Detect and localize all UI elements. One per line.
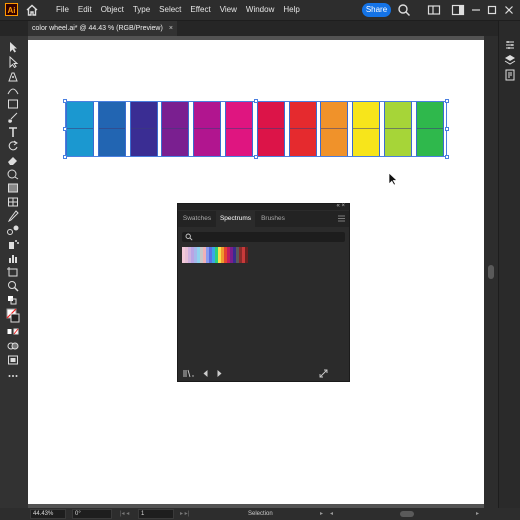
column-graph-tool-icon[interactable]: [6, 252, 20, 264]
scroll-left-arrow-icon[interactable]: ◂: [330, 508, 333, 520]
selection-handle[interactable]: [254, 99, 258, 103]
tab-brushes[interactable]: Brushes: [255, 211, 291, 227]
properties-icon[interactable]: [504, 39, 516, 51]
vertical-scrollbar[interactable]: [484, 36, 498, 508]
color-none-icon[interactable]: [6, 326, 20, 338]
type-tool-icon[interactable]: [6, 126, 20, 138]
mesh-tool-icon[interactable]: [6, 196, 20, 208]
menu-bar: Ai File Edit Object Type Select Effect V…: [0, 0, 520, 21]
more-tools-icon[interactable]: [6, 370, 20, 382]
menu-edit[interactable]: Edit: [78, 0, 92, 20]
eyedropper-tool-icon[interactable]: [6, 210, 20, 222]
document-tab[interactable]: color wheel.ai* @ 44.43 % (RGB/Preview) …: [28, 21, 177, 36]
tools-panel: [0, 36, 28, 508]
layers-icon[interactable]: [504, 54, 516, 66]
app-logo: Ai: [5, 3, 18, 16]
panel-header: « ×: [178, 203, 349, 210]
menu-object[interactable]: Object: [101, 0, 124, 20]
expand-collapse-icon[interactable]: [319, 369, 328, 378]
menu-file[interactable]: File: [56, 0, 69, 20]
selection-handle[interactable]: [445, 127, 449, 131]
menu-view[interactable]: View: [220, 0, 237, 20]
fill-stroke-swatch-icon[interactable]: [6, 308, 20, 324]
current-tool-status[interactable]: Selection: [248, 508, 273, 520]
paintbrush-tool-icon[interactable]: [6, 112, 20, 124]
selection-handle[interactable]: [63, 127, 67, 131]
spectrum-swatch-group[interactable]: [182, 247, 248, 263]
document-tab-title: color wheel.ai* @ 44.43 % (RGB/Preview): [32, 25, 163, 32]
document-tab-bar: color wheel.ai* @ 44.43 % (RGB/Preview) …: [0, 21, 498, 36]
swatch-library-panel: « × Swatches Spectrums Brushes: [177, 203, 350, 382]
artboard-nav-prev-icons[interactable]: |◂ ◂: [120, 508, 129, 520]
rotate-view-field[interactable]: 0°: [72, 509, 112, 519]
menu-select[interactable]: Select: [159, 0, 181, 20]
swatch-search-input[interactable]: [182, 232, 345, 242]
next-library-icon[interactable]: [215, 369, 224, 378]
panel-menu-icon[interactable]: [338, 215, 345, 222]
menu-help[interactable]: Help: [283, 0, 299, 20]
selection-handle[interactable]: [445, 155, 449, 159]
share-button[interactable]: Share: [362, 3, 391, 17]
close-tab-icon[interactable]: ×: [169, 21, 173, 36]
panel-controls[interactable]: « ×: [336, 203, 345, 209]
search-icon: [185, 233, 193, 241]
close-window-icon[interactable]: [502, 3, 516, 17]
blend-tool-icon[interactable]: [6, 224, 20, 236]
selection-tool-icon[interactable]: [6, 41, 20, 53]
default-fill-stroke-icon[interactable]: [6, 294, 20, 306]
menu-window[interactable]: Window: [246, 0, 274, 20]
selection-bounding-box: [65, 101, 447, 157]
screen-mode-icon[interactable]: [6, 354, 20, 366]
panel-footer: [178, 366, 349, 381]
status-bar: 44.43% 0° |◂ ◂ 1 ▸ ▸| Selection ▸ ◂ ▸: [0, 508, 520, 520]
libraries-icon[interactable]: [504, 69, 516, 81]
curvature-tool-icon[interactable]: [6, 84, 20, 96]
horizontal-scroll-thumb[interactable]: [400, 511, 414, 517]
tab-spectrums[interactable]: Spectrums: [216, 211, 255, 227]
symbol-sprayer-tool-icon[interactable]: [6, 238, 20, 250]
eraser-tool-icon[interactable]: [6, 154, 20, 166]
spectrum-color-chip[interactable]: [245, 247, 248, 263]
draw-mode-icon[interactable]: [6, 340, 20, 352]
status-menu-arrow-icon[interactable]: ▸: [320, 508, 323, 520]
maximize-icon[interactable]: [485, 3, 499, 17]
mouse-cursor-icon: [388, 172, 398, 186]
scroll-right-arrow-icon[interactable]: ▸: [476, 508, 479, 520]
rotate-tool-icon[interactable]: [6, 140, 20, 152]
right-panel-dock: [498, 21, 520, 508]
selection-handle[interactable]: [445, 99, 449, 103]
artboard-number-field[interactable]: 1: [138, 509, 174, 519]
selection-handle[interactable]: [63, 99, 67, 103]
selection-handle[interactable]: [63, 155, 67, 159]
home-icon[interactable]: [25, 3, 39, 17]
canvas-area[interactable]: « × Swatches Spectrums Brushes: [28, 36, 498, 508]
previous-library-icon[interactable]: [201, 369, 210, 378]
menu-items: File Edit Object Type Select Effect View…: [56, 0, 309, 20]
panel-tabs: Swatches Spectrums Brushes: [178, 211, 349, 227]
artboard-nav-next-icons[interactable]: ▸ ▸|: [180, 508, 189, 520]
arrange-documents-icon[interactable]: [427, 3, 441, 17]
search-icon[interactable]: [397, 3, 411, 17]
workspace-switcher-icon[interactable]: [451, 3, 465, 17]
pen-tool-icon[interactable]: [6, 70, 20, 82]
vertical-scroll-thumb[interactable]: [488, 265, 494, 279]
menu-type[interactable]: Type: [133, 0, 150, 20]
warp-tool-icon[interactable]: [6, 168, 20, 180]
menu-effect[interactable]: Effect: [190, 0, 210, 20]
selection-handle[interactable]: [254, 155, 258, 159]
minimize-icon[interactable]: [469, 3, 483, 17]
tab-swatches[interactable]: Swatches: [178, 211, 216, 227]
gradient-tool-icon[interactable]: [6, 182, 20, 194]
artboard-tool-icon[interactable]: [6, 266, 20, 278]
swatch-libraries-menu-icon[interactable]: [183, 369, 195, 378]
direct-selection-tool-icon[interactable]: [6, 56, 20, 68]
zoom-tool-icon[interactable]: [6, 280, 20, 292]
zoom-level-field[interactable]: 44.43%: [30, 509, 66, 519]
rectangle-tool-icon[interactable]: [6, 98, 20, 110]
